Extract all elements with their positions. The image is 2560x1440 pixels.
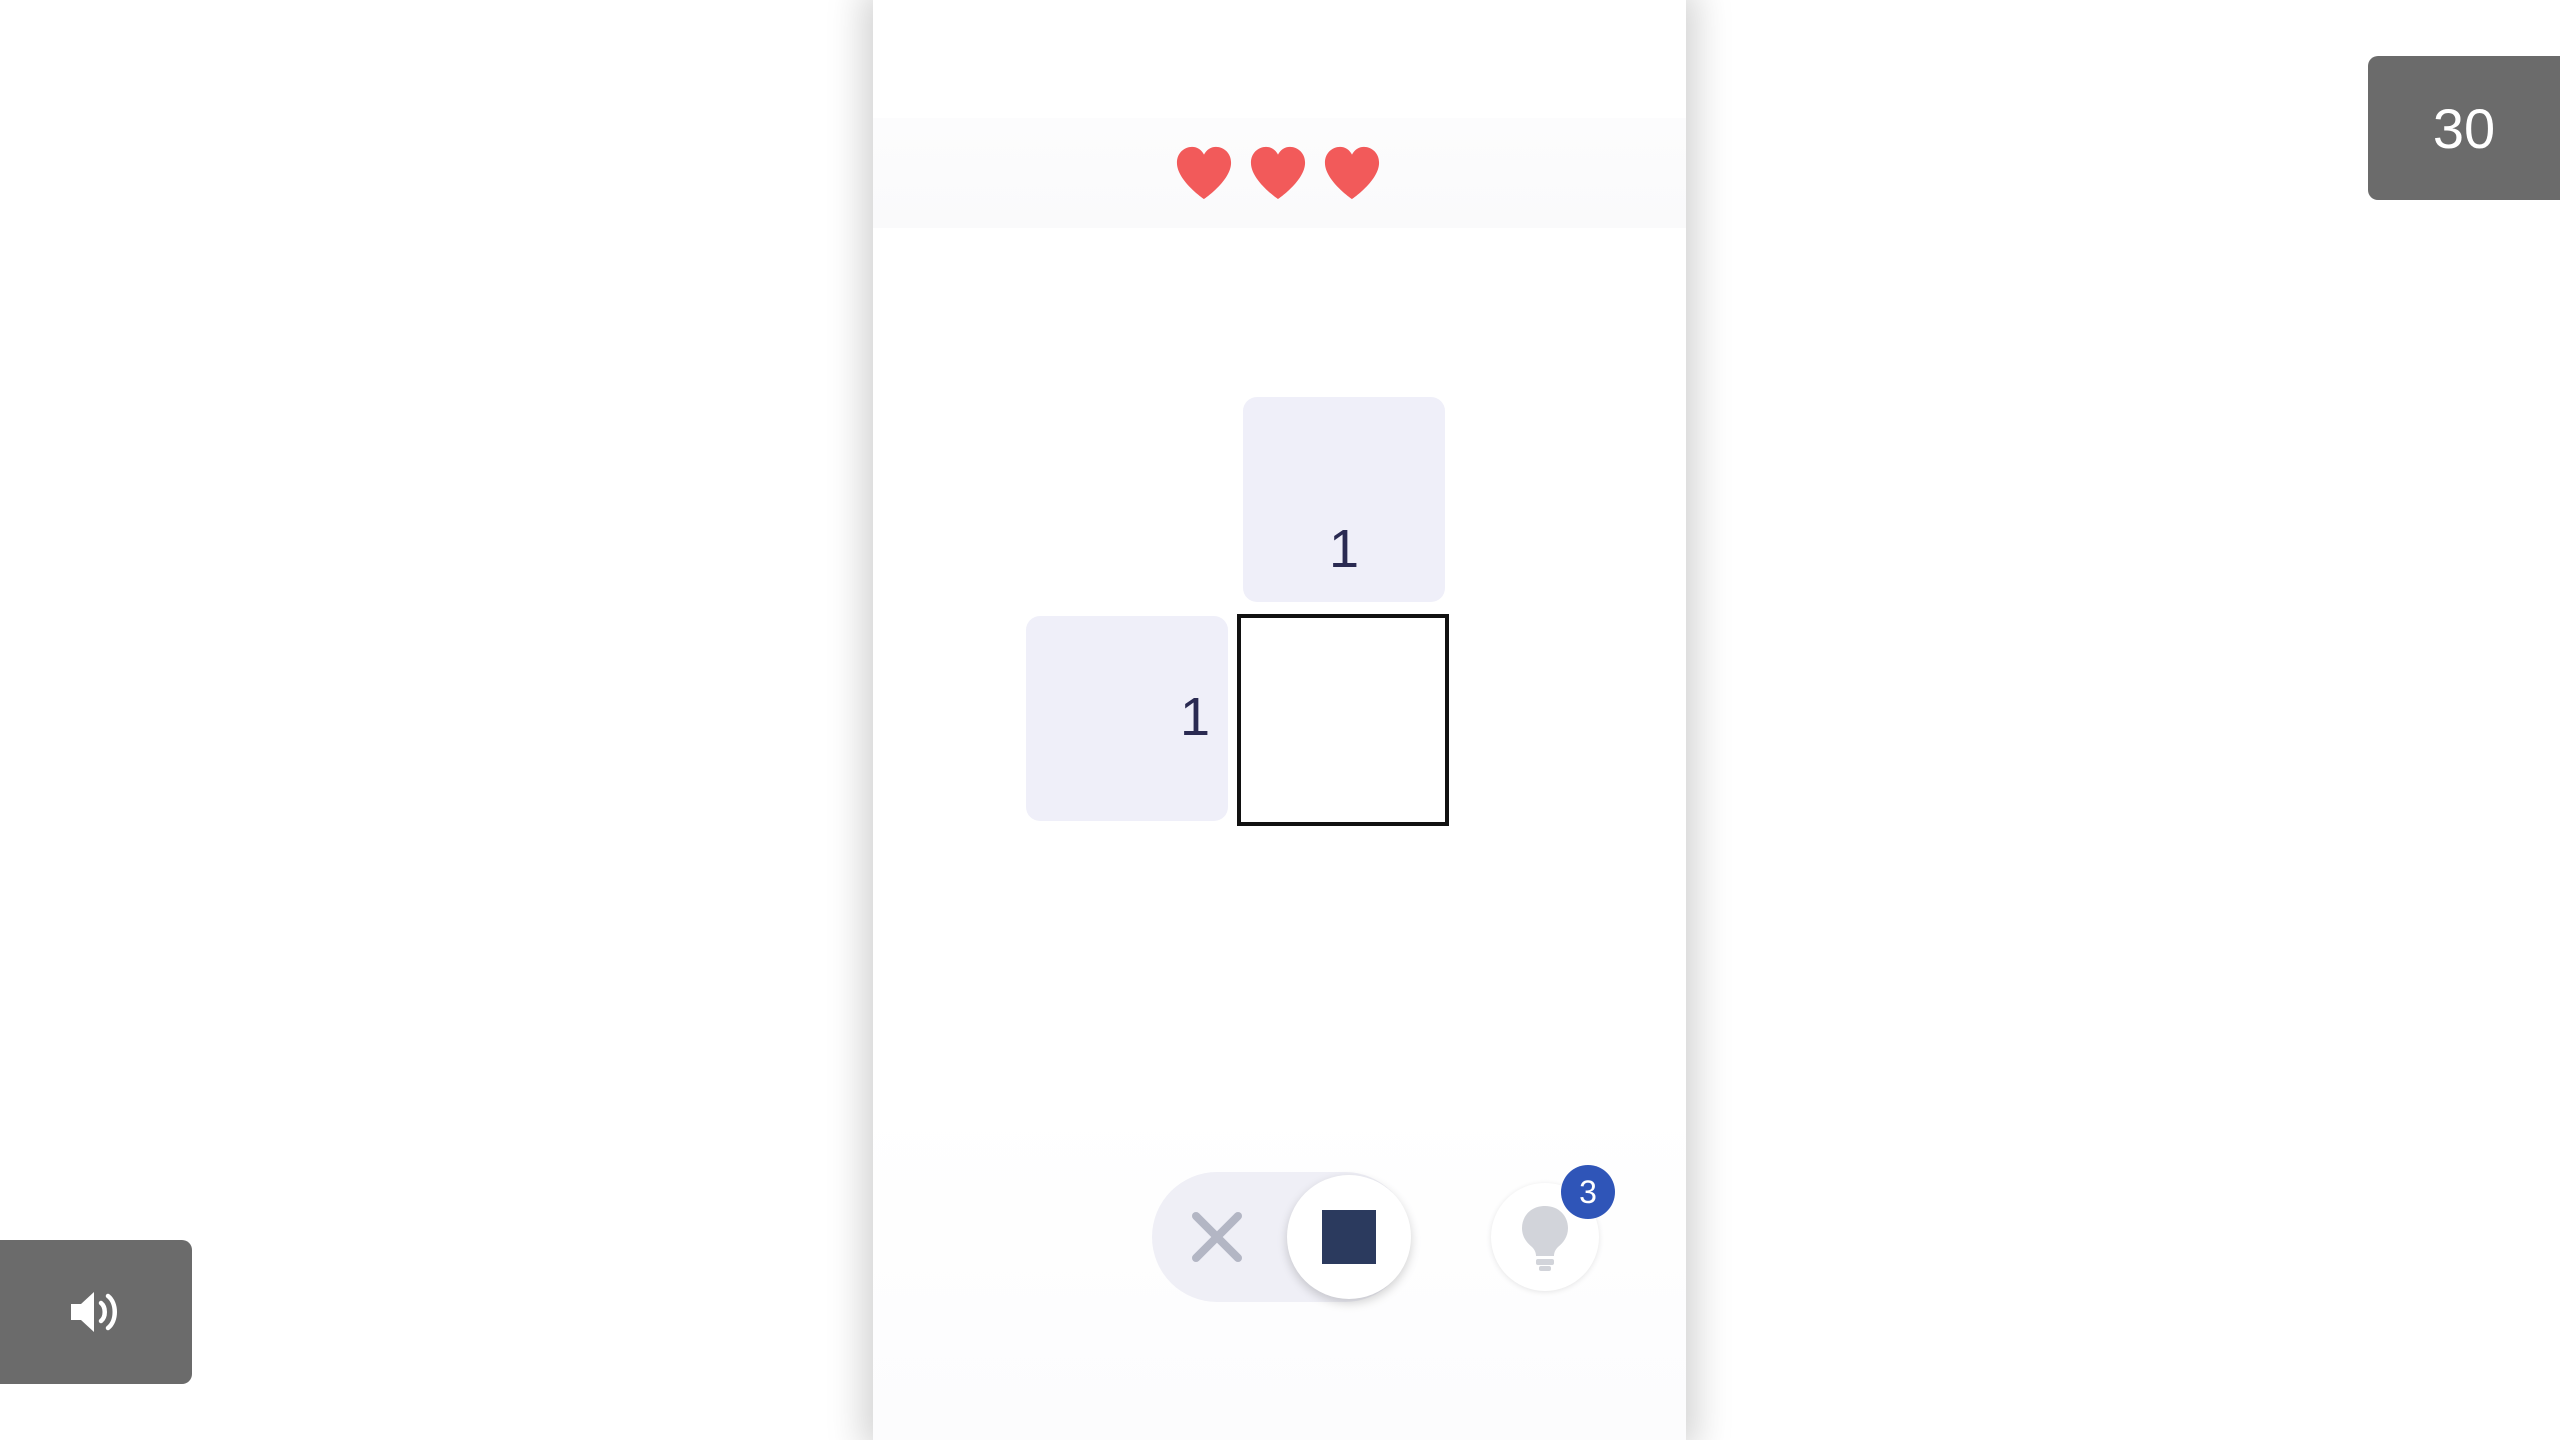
heart-icon: [1176, 146, 1232, 200]
x-icon: [1192, 1212, 1242, 1262]
speaker-icon: [71, 1292, 117, 1332]
game-screen: 1 1 3: [873, 0, 1686, 1440]
lives-indicator: [1173, 143, 1393, 203]
sound-button[interactable]: [0, 1240, 192, 1384]
cross-mode-button[interactable]: [1177, 1197, 1257, 1277]
column-clue: 1: [1243, 397, 1445, 602]
row-clue-number: 1: [1179, 687, 1210, 747]
column-clue-number: 1: [1328, 519, 1360, 579]
heart-icon: [1324, 146, 1380, 200]
fill-mode-button[interactable]: [1287, 1175, 1411, 1299]
filled-square-icon: [1322, 1210, 1376, 1264]
timer-display: 30: [2368, 56, 2560, 200]
lightbulb-icon: [1522, 1206, 1568, 1271]
grid-cell[interactable]: [1237, 614, 1449, 826]
hint-count-badge: 3: [1561, 1165, 1615, 1219]
mode-toggle[interactable]: [1152, 1172, 1411, 1302]
heart-icon: [1250, 146, 1306, 200]
row-clue: 1: [1026, 616, 1228, 821]
